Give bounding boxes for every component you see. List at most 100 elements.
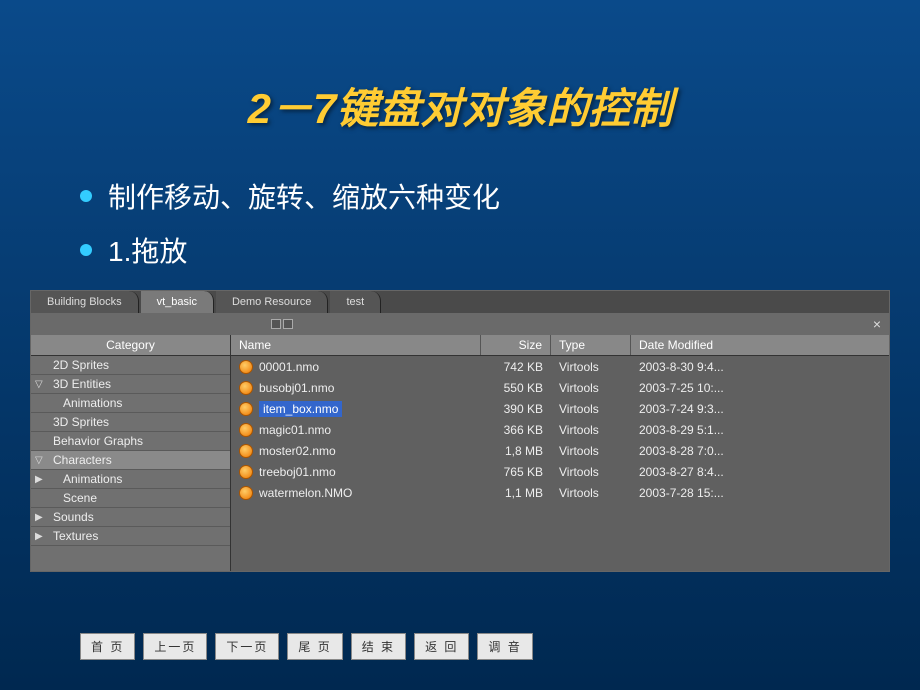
file-name-cell: moster02.nmo <box>231 444 481 458</box>
category-label: Scene <box>63 491 97 505</box>
category-item[interactable]: ▶ Sounds <box>31 508 230 527</box>
file-row[interactable]: treeboj01.nmo 765 KBVirtools2003-8-27 8:4… <box>231 461 889 482</box>
file-icon <box>239 423 253 437</box>
file-name: 00001.nmo <box>259 360 319 374</box>
file-icon <box>239 381 253 395</box>
category-item[interactable]: ▶ Textures <box>31 527 230 546</box>
file-type: Virtools <box>551 423 631 437</box>
file-date: 2003-8-27 8:4... <box>631 465 889 479</box>
nav-button[interactable]: 下一页 <box>215 633 279 660</box>
category-label: Textures <box>53 529 98 543</box>
file-type: Virtools <box>551 360 631 374</box>
file-type: Virtools <box>551 402 631 416</box>
category-item[interactable]: Animations <box>31 394 230 413</box>
category-label: Sounds <box>53 510 94 524</box>
file-name-cell: busobj01.nmo <box>231 381 481 395</box>
file-date: 2003-8-28 7:0... <box>631 444 889 458</box>
header-date[interactable]: Date Modified <box>631 335 889 355</box>
file-row[interactable]: magic01.nmo366 KBVirtools2003-8-29 5:1..… <box>231 419 889 440</box>
page-title: 2－7键盘对对象的控制 <box>0 0 920 136</box>
nav-button[interactable]: 返 回 <box>414 633 469 660</box>
file-icon <box>239 360 253 374</box>
expand-arrow-icon[interactable]: ▶ <box>35 474 43 485</box>
bullet-text: 1.拖放 <box>108 230 187 270</box>
category-sidebar: Category 2D Sprites▽3D EntitiesAnimation… <box>31 335 231 571</box>
nav-button[interactable]: 结 束 <box>351 633 406 660</box>
file-name: treeboj01.nmo <box>259 465 336 479</box>
view-icons[interactable] <box>271 319 293 329</box>
category-item[interactable]: ▽Characters <box>31 451 230 470</box>
category-label: Animations <box>63 396 122 410</box>
expand-arrow-icon[interactable]: ▽ <box>35 379 43 390</box>
view-icon-2[interactable] <box>283 319 293 329</box>
category-item[interactable]: 2D Sprites <box>31 356 230 375</box>
file-icon <box>239 402 253 416</box>
bullet-item: 制作移动、旋转、缩放六种变化 <box>80 176 920 216</box>
file-row[interactable]: watermelon.NMO1,1 MBVirtools2003-7-28 15… <box>231 482 889 503</box>
content-row: Category 2D Sprites▽3D EntitiesAnimation… <box>31 335 889 571</box>
file-name: busobj01.nmo <box>259 381 334 395</box>
file-type: Virtools <box>551 381 631 395</box>
category-item[interactable]: ▶ Animations <box>31 470 230 489</box>
tabs-row: Building Blocksvt_basicDemo Resourcetest <box>31 291 889 313</box>
view-icon-1[interactable] <box>271 319 281 329</box>
file-date: 2003-8-30 9:4... <box>631 360 889 374</box>
file-size: 1,1 MB <box>481 486 551 500</box>
file-type: Virtools <box>551 486 631 500</box>
tab-test[interactable]: test <box>330 291 381 313</box>
tab-vt_basic[interactable]: vt_basic <box>141 291 214 313</box>
file-name: item_box.nmo <box>259 401 342 417</box>
expand-arrow-icon[interactable]: ▽ <box>35 455 43 466</box>
bullet-text: 制作移动、旋转、缩放六种变化 <box>108 176 500 216</box>
nav-button[interactable]: 调 音 <box>477 633 532 660</box>
nav-button[interactable]: 上一页 <box>143 633 207 660</box>
file-name-cell: watermelon.NMO <box>231 486 481 500</box>
header-name[interactable]: Name <box>231 335 481 355</box>
close-icon[interactable]: × <box>873 316 881 332</box>
file-size: 1,8 MB <box>481 444 551 458</box>
nav-button[interactable]: 首 页 <box>80 633 135 660</box>
bullet-dot-icon <box>80 190 92 202</box>
bullet-item: 1.拖放 <box>80 230 920 270</box>
file-row[interactable]: moster02.nmo1,8 MBVirtools2003-8-28 7:0.… <box>231 440 889 461</box>
file-date: 2003-8-29 5:1... <box>631 423 889 437</box>
nav-buttons: 首 页上一页下一页尾 页结 束返 回调 音 <box>80 633 533 660</box>
category-item[interactable]: Scene <box>31 489 230 508</box>
file-area: Name Size Type Date Modified 00001.nmo74… <box>231 335 889 571</box>
file-size: 765 KB <box>481 465 551 479</box>
category-list: 2D Sprites▽3D Entities Animations 3D Sprit… <box>31 356 230 546</box>
nav-button[interactable]: 尾 页 <box>287 633 342 660</box>
file-size: 390 KB <box>481 402 551 416</box>
file-size: 550 KB <box>481 381 551 395</box>
file-type: Virtools <box>551 444 631 458</box>
file-date: 2003-7-25 10:... <box>631 381 889 395</box>
expand-arrow-icon[interactable]: ▶ <box>35 512 43 523</box>
tab-building-blocks[interactable]: Building Blocks <box>31 291 139 313</box>
file-icon <box>239 465 253 479</box>
header-size[interactable]: Size <box>481 335 551 355</box>
bullet-dot-icon <box>80 244 92 256</box>
file-icon <box>239 486 253 500</box>
file-row[interactable]: busobj01.nmo 550 KBVirtools2003-7-25 10:.… <box>231 377 889 398</box>
file-name-cell: item_box.nmo <box>231 401 481 417</box>
category-label: Animations <box>63 472 122 486</box>
tab-demo-resource[interactable]: Demo Resource <box>216 291 328 313</box>
file-name-cell: magic01.nmo <box>231 423 481 437</box>
file-date: 2003-7-28 15:... <box>631 486 889 500</box>
file-list: 00001.nmo742 KBVirtools2003-8-30 9:4...b… <box>231 356 889 503</box>
file-name-cell: 00001.nmo <box>231 360 481 374</box>
category-item[interactable]: ▽3D Entities <box>31 375 230 394</box>
file-name: magic01.nmo <box>259 423 331 437</box>
file-type: Virtools <box>551 465 631 479</box>
file-row[interactable]: 00001.nmo742 KBVirtools2003-8-30 9:4... <box>231 356 889 377</box>
category-label: Behavior Graphs <box>53 434 143 448</box>
file-row[interactable]: item_box.nmo 390 KBVirtools2003-7-24 9:3.… <box>231 398 889 419</box>
file-icon <box>239 444 253 458</box>
category-item[interactable]: Behavior Graphs <box>31 432 230 451</box>
bullet-list: 制作移动、旋转、缩放六种变化 1.拖放 <box>80 176 920 270</box>
file-date: 2003-7-24 9:3... <box>631 402 889 416</box>
expand-arrow-icon[interactable]: ▶ <box>35 531 43 542</box>
category-item[interactable]: 3D Sprites <box>31 413 230 432</box>
header-type[interactable]: Type <box>551 335 631 355</box>
file-headers: Name Size Type Date Modified <box>231 335 889 356</box>
